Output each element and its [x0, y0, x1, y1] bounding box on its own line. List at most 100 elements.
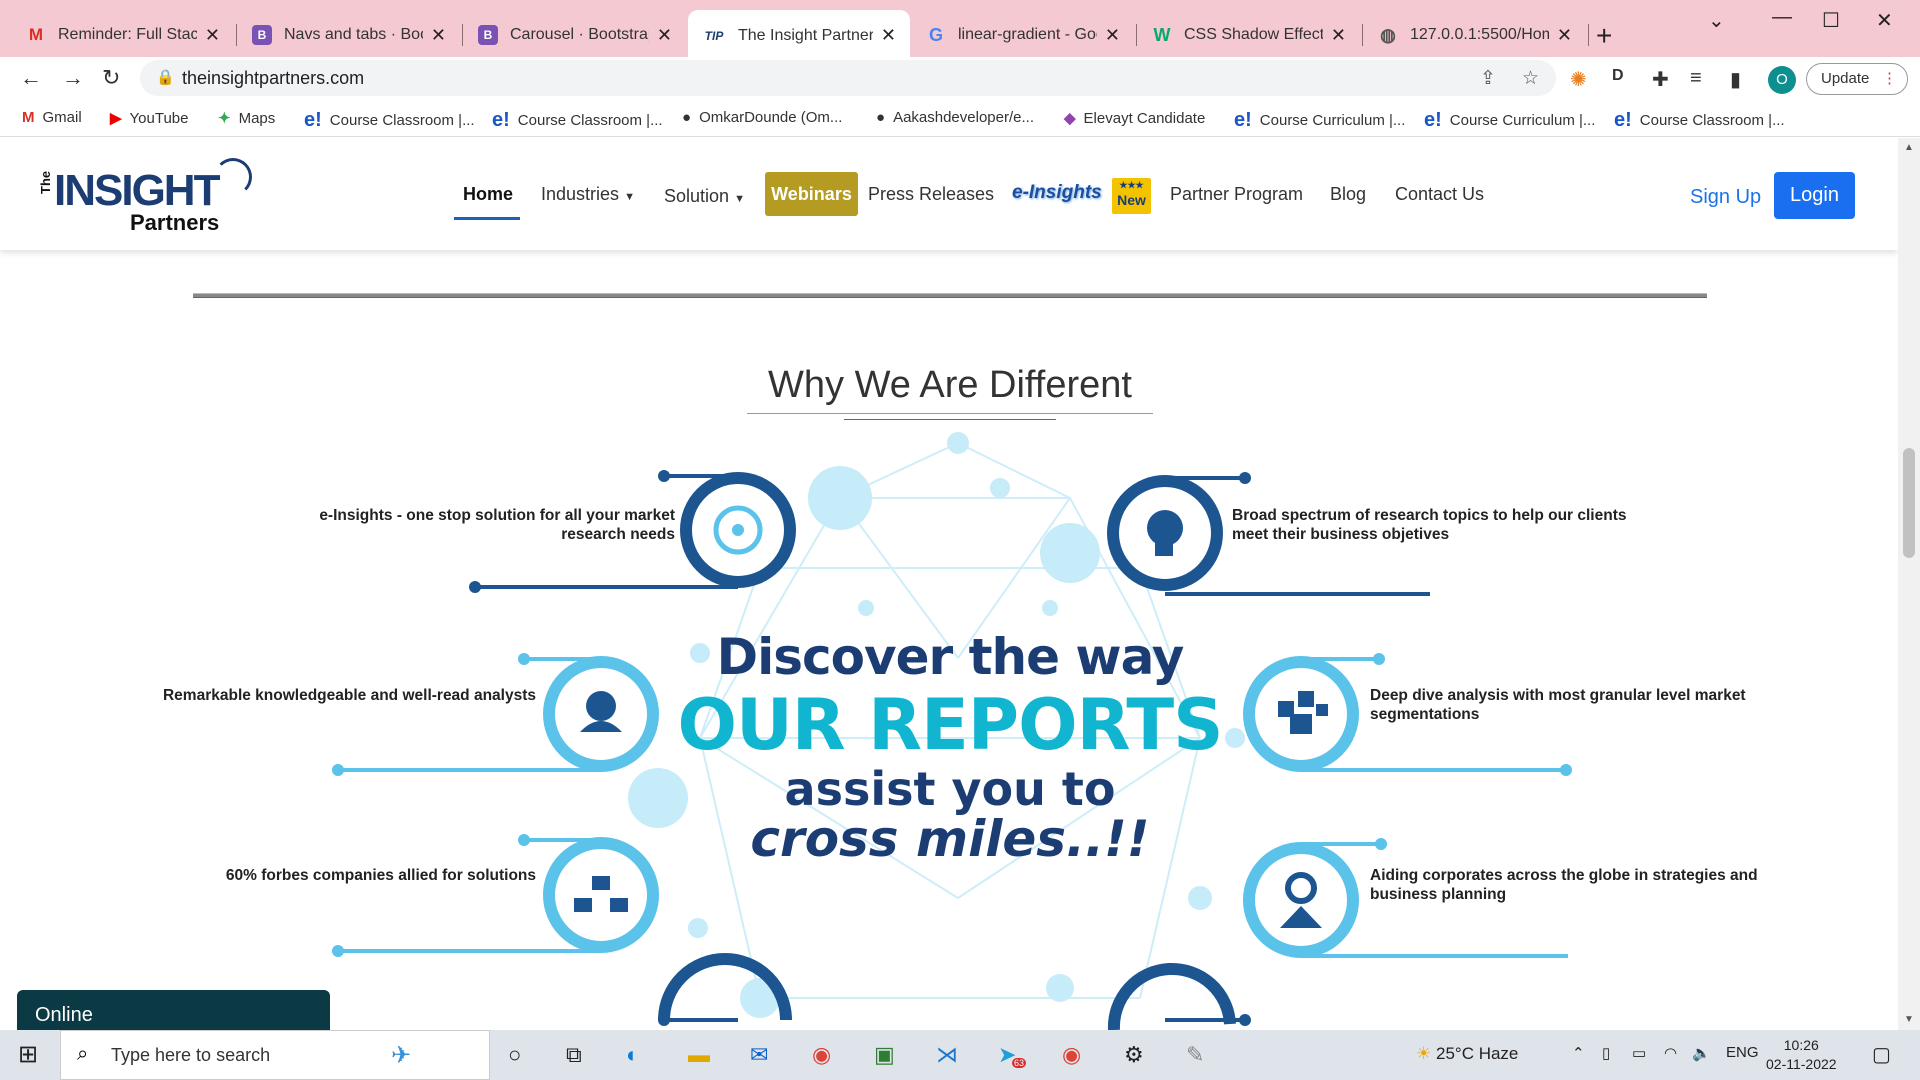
- profile-avatar[interactable]: O: [1768, 66, 1796, 94]
- bookmark-maps[interactable]: ✦ Maps: [218, 109, 275, 128]
- windows-start-icon[interactable]: ⊞: [18, 1040, 38, 1069]
- bookmark-star-icon[interactable]: ☆: [1522, 67, 1539, 90]
- clock-date: 02-11-2022: [1766, 1056, 1837, 1072]
- bookmark-course-curriculum[interactable]: e! Course Curriculum |...: [1424, 109, 1595, 132]
- login-button[interactable]: Login: [1774, 172, 1855, 219]
- extension-icon[interactable]: ✺: [1570, 67, 1587, 92]
- tab-bootstrap-navs[interactable]: B Navs and tabs · Boots ✕: [238, 13, 460, 57]
- nav-solution[interactable]: Solution ▼: [664, 186, 745, 207]
- back-icon[interactable]: ←: [20, 65, 42, 91]
- sign-up-link[interactable]: Sign Up: [1690, 186, 1761, 209]
- github-icon: ●: [876, 109, 886, 126]
- bookmark-course-classroom[interactable]: e! Course Classroom |...: [304, 109, 475, 132]
- chrome-profile-icon[interactable]: ◉: [1062, 1042, 1081, 1068]
- tab-search-chevron-icon[interactable]: ⌄: [1708, 8, 1725, 33]
- bookmark-course-curriculum[interactable]: e! Course Curriculum |...: [1234, 109, 1405, 132]
- close-icon[interactable]: ✕: [1105, 25, 1120, 46]
- stars-icon: ★★★: [1119, 180, 1144, 190]
- nav-press-releases[interactable]: Press Releases: [868, 184, 994, 205]
- gmail-icon: M: [28, 25, 44, 44]
- side-panel-icon[interactable]: ▮: [1730, 67, 1741, 92]
- update-button[interactable]: Update ⋮: [1806, 63, 1908, 95]
- volume-icon[interactable]: 🔈: [1692, 1044, 1711, 1062]
- search-placeholder: Type here to search: [111, 1045, 271, 1065]
- maximize-button[interactable]: ☐: [1822, 8, 1840, 33]
- vscode-icon[interactable]: ⋊: [936, 1042, 958, 1068]
- chat-widget[interactable]: Online: [17, 990, 330, 1030]
- bookmark-github[interactable]: ● OmkarDounde (Om...: [682, 109, 842, 126]
- feature-research-topics: Broad spectrum of research topics to hel…: [1232, 507, 1627, 543]
- site-logo[interactable]: The INSIGHT Partners: [38, 158, 258, 238]
- kebab-menu-icon[interactable]: ⋮: [1882, 64, 1897, 94]
- tab-localhost[interactable]: ◍ 127.0.0.1:5500/Home ✕: [1364, 13, 1586, 57]
- tray-device-icon[interactable]: ▯: [1602, 1044, 1610, 1062]
- promo-line-2: OUR REPORTS: [677, 684, 1223, 766]
- logo-partners: Partners: [130, 210, 220, 235]
- settings-gear-icon[interactable]: ⚙: [1124, 1042, 1144, 1068]
- close-window-button[interactable]: ✕: [1876, 8, 1893, 33]
- reload-icon[interactable]: ↻: [102, 65, 120, 91]
- bookmark-elevayt[interactable]: ◆ Elevayt Candidate: [1064, 109, 1205, 128]
- elevayt-icon: ◆: [1064, 110, 1076, 127]
- close-icon[interactable]: ✕: [1331, 25, 1346, 46]
- battery-icon[interactable]: ▭: [1632, 1044, 1646, 1062]
- extension-badge-icon[interactable]: D: [1612, 67, 1624, 85]
- language-indicator[interactable]: ENG: [1726, 1044, 1759, 1061]
- share-icon[interactable]: ⇪: [1480, 67, 1496, 90]
- system-clock[interactable]: 10:26 02-11-2022: [1766, 1036, 1837, 1074]
- url-text[interactable]: theinsightpartners.com: [182, 68, 364, 89]
- taskbar-search[interactable]: ⌕ Type here to search ✈: [60, 1030, 490, 1080]
- task-view-icon[interactable]: ⧉: [566, 1042, 582, 1068]
- chrome-icon[interactable]: ◉: [812, 1042, 831, 1068]
- media-control-icon[interactable]: ≡: [1690, 67, 1702, 90]
- update-label: Update: [1821, 70, 1870, 87]
- tip-icon: TIP: [704, 28, 724, 43]
- tab-gmail[interactable]: M Reminder: Full Stack V ✕: [12, 13, 234, 57]
- bookmark-course-classroom[interactable]: e! Course Classroom |...: [1614, 109, 1785, 132]
- address-bar[interactable]: 🔒 theinsightpartners.com ⇪ ☆: [140, 60, 1556, 96]
- nav-partner-program[interactable]: Partner Program: [1170, 184, 1303, 205]
- tab-google-search[interactable]: G linear-gradient - Goo ✕: [912, 13, 1134, 57]
- bookmark-youtube[interactable]: ▶ YouTube: [110, 109, 189, 128]
- telegram-icon[interactable]: ➤ 63: [998, 1042, 1027, 1068]
- tab-bootstrap-carousel[interactable]: B Carousel · Bootstrap v ✕: [464, 13, 686, 57]
- scroll-down-icon[interactable]: ▼: [1904, 1014, 1914, 1025]
- close-icon[interactable]: ✕: [881, 25, 896, 46]
- close-icon[interactable]: ✕: [205, 25, 220, 46]
- minimize-button[interactable]: —: [1772, 6, 1792, 29]
- new-tab-button[interactable]: +: [1596, 20, 1612, 52]
- file-explorer-icon[interactable]: ▬: [688, 1042, 710, 1068]
- globe-icon: ◍: [1380, 24, 1396, 45]
- extensions-puzzle-icon[interactable]: ✚: [1652, 67, 1669, 92]
- tab-w3schools[interactable]: W CSS Shadow Effects ✕: [1138, 13, 1360, 57]
- weather-widget[interactable]: ☀ 25°C Haze: [1416, 1044, 1518, 1064]
- bookmark-github[interactable]: ● Aakashdeveloper/e...: [876, 109, 1034, 126]
- tab-title: linear-gradient - Goo: [958, 26, 1097, 43]
- tray-chevron-icon[interactable]: ⌃: [1572, 1044, 1585, 1062]
- nav-home[interactable]: Home: [463, 184, 513, 205]
- notifications-icon[interactable]: ▢: [1872, 1042, 1891, 1067]
- scroll-up-icon[interactable]: ▲: [1904, 142, 1914, 153]
- edge-icon[interactable]: ◐: [626, 1042, 639, 1068]
- close-icon[interactable]: ✕: [431, 25, 446, 46]
- nav-webinars[interactable]: Webinars: [765, 172, 858, 216]
- cortana-icon[interactable]: ○: [508, 1042, 521, 1068]
- bookmark-course-classroom[interactable]: e! Course Classroom |...: [492, 109, 663, 132]
- airplane-icon: ✈: [391, 1042, 412, 1069]
- mail-icon[interactable]: ✉: [750, 1042, 768, 1068]
- photo-editor-icon[interactable]: ▣: [874, 1042, 895, 1068]
- nav-industries[interactable]: Industries ▼: [541, 184, 635, 205]
- paint-icon[interactable]: ✎: [1186, 1042, 1204, 1068]
- haze-sun-icon: ☀: [1416, 1044, 1432, 1063]
- feature-analysts: Remarkable knowledgeable and well-read a…: [162, 687, 536, 704]
- nav-blog[interactable]: Blog: [1330, 184, 1366, 205]
- close-icon[interactable]: ✕: [657, 25, 672, 46]
- nav-einsights[interactable]: e-Insights: [1012, 182, 1102, 204]
- nav-contact-us[interactable]: Contact Us: [1395, 184, 1484, 205]
- wifi-icon[interactable]: ◠: [1664, 1044, 1677, 1062]
- bookmark-gmail[interactable]: M Gmail: [22, 109, 82, 126]
- forward-icon[interactable]: →: [62, 65, 84, 91]
- scrollbar-thumb[interactable]: [1903, 448, 1915, 558]
- close-icon[interactable]: ✕: [1557, 25, 1572, 46]
- page-scrollbar[interactable]: ▲ ▼: [1898, 138, 1920, 1030]
